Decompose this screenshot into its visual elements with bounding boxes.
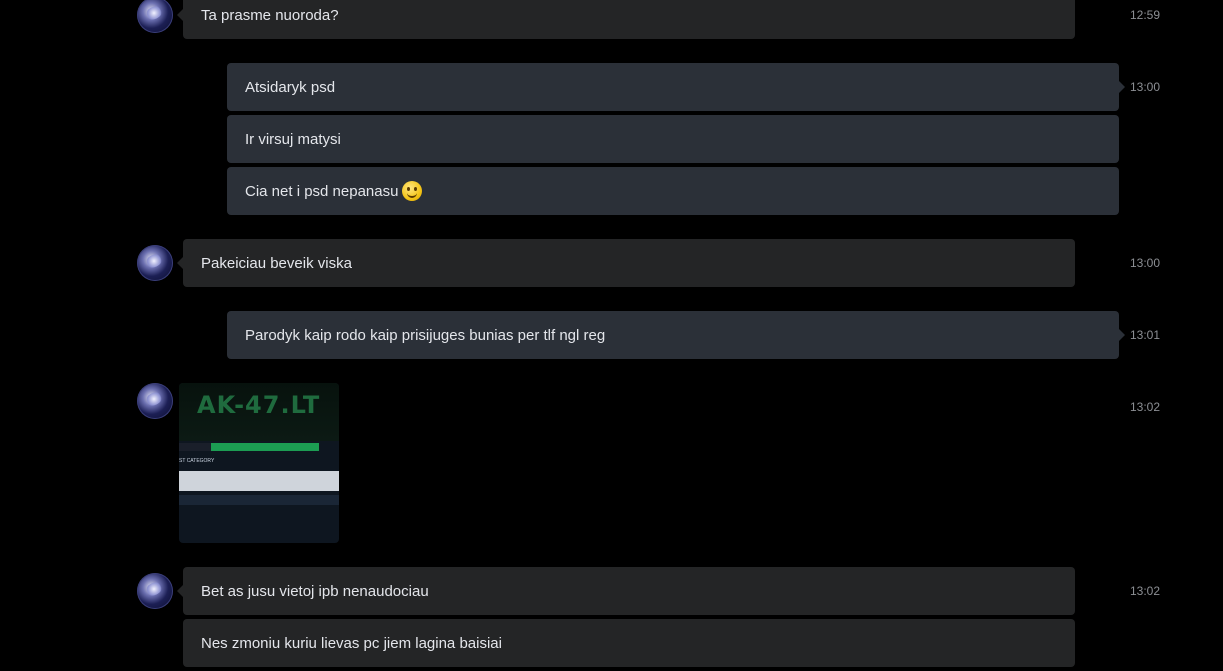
message-text: Nes zmoniu kuriu lievas pc jiem lagina b… (201, 634, 502, 652)
message-timestamp: 13:02 (1130, 400, 1161, 414)
photo-nav-dark (179, 443, 211, 451)
avatar[interactable] (137, 383, 173, 419)
message-timestamp: 13:02 (1130, 584, 1161, 598)
photo-stats-bar (179, 495, 339, 505)
message-text: Ir virsuj matysi (245, 130, 341, 148)
incoming-message[interactable]: Ta prasme nuoroda? (177, 0, 1075, 39)
avatar[interactable] (137, 0, 173, 33)
message-timestamp: 13:01 (1130, 328, 1161, 342)
message-text: Parodyk kaip rodo kaip prisijuges bunias… (245, 326, 606, 344)
avatar[interactable] (137, 573, 173, 609)
message-text: Atsidaryk psd (245, 78, 336, 96)
message-timestamp: 13:00 (1130, 80, 1161, 94)
incoming-message[interactable]: Nes zmoniu kuriu lievas pc jiem lagina b… (183, 619, 1075, 667)
photo-forum-row (179, 471, 339, 491)
message-timestamp: 13:00 (1130, 256, 1161, 270)
message-text: Pakeiciau beveik viska (201, 254, 352, 272)
photo-logo-text: AK-47.LT (197, 391, 321, 419)
avatar[interactable] (137, 245, 173, 281)
photo-category-text: ST CATEGORY (179, 458, 215, 464)
outgoing-message[interactable]: Ir virsuj matysi (227, 115, 1119, 163)
slightly-smiling-face-icon (402, 181, 423, 201)
outgoing-message[interactable]: Atsidaryk psd (227, 63, 1125, 111)
incoming-message[interactable]: Pakeiciau beveik viska (177, 239, 1075, 287)
message-text: Bet as jusu vietoj ipb nenaudociau (201, 582, 429, 600)
message-timestamp: 12:59 (1130, 8, 1161, 22)
shared-photo[interactable]: AK-47.LT ST CATEGORY (179, 383, 339, 543)
incoming-message[interactable]: Bet as jusu vietoj ipb nenaudociau (177, 567, 1075, 615)
message-text: Ta prasme nuoroda? (201, 6, 339, 24)
outgoing-message[interactable]: Cia net i psd nepanasu (227, 167, 1119, 215)
message-text: Cia net i psd nepanasu (245, 182, 399, 200)
outgoing-message[interactable]: Parodyk kaip rodo kaip prisijuges bunias… (227, 311, 1125, 359)
